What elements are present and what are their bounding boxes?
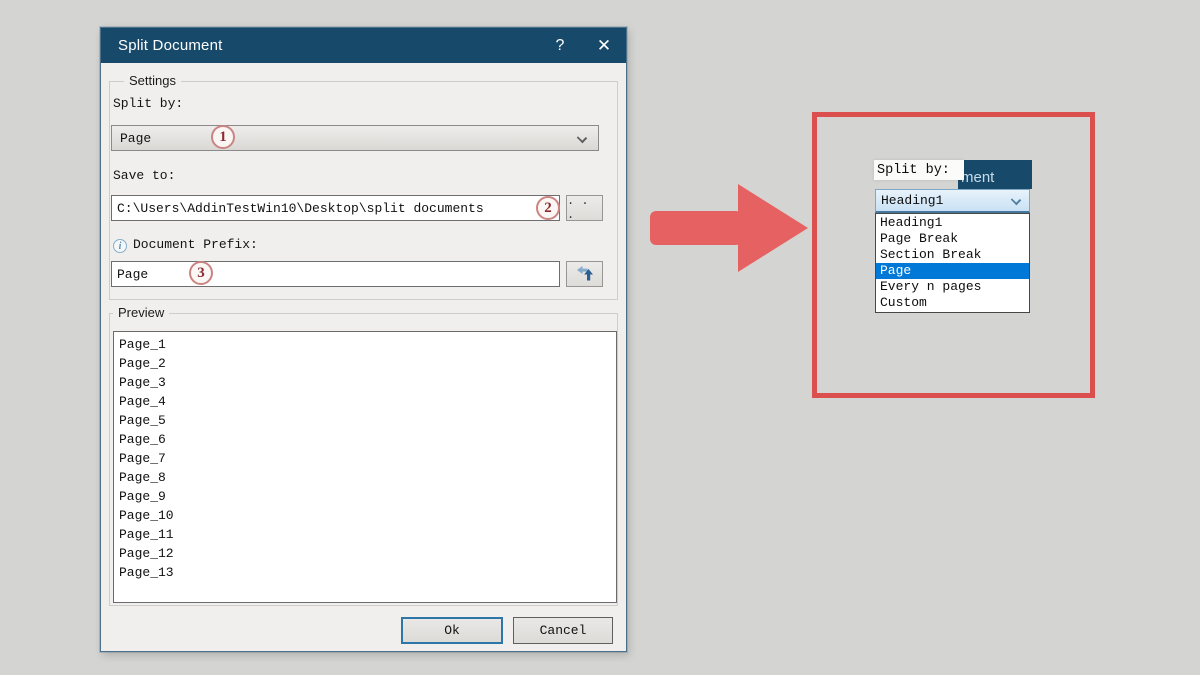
dialog-title: Split Document [118, 37, 538, 54]
list-item[interactable]: Page_2 [119, 354, 616, 373]
chevron-down-icon [1011, 195, 1021, 205]
split-by-label: Split by: [113, 96, 183, 111]
chevron-down-icon [577, 133, 587, 143]
list-item[interactable]: Page_8 [119, 468, 616, 487]
dropdown-option[interactable]: Heading1 [876, 215, 1029, 231]
preview-group-label: Preview [113, 305, 169, 320]
close-icon[interactable]: ✕ [582, 28, 626, 63]
settings-group-label: Settings [124, 73, 181, 88]
callout-split-by-label: Split by: [874, 160, 964, 180]
document-prefix-input[interactable]: Page [111, 261, 560, 287]
dropdown-option-selected[interactable]: Page [876, 263, 1029, 279]
dropdown-option[interactable]: Page Break [876, 231, 1029, 247]
document-prefix-label: Document Prefix: [133, 237, 258, 252]
refresh-arrows-icon [576, 265, 594, 283]
help-icon[interactable]: ? [538, 28, 582, 63]
list-item[interactable]: Page_3 [119, 373, 616, 392]
split-document-dialog: Split Document ? ✕ Settings Split by: Pa… [100, 27, 627, 652]
browse-button[interactable]: . . . [566, 195, 603, 221]
save-to-input[interactable]: C:\Users\AddinTestWin10\Desktop\split do… [111, 195, 560, 221]
save-to-label: Save to: [113, 168, 175, 183]
dropdown-option[interactable]: Section Break [876, 247, 1029, 263]
red-arrow-icon [648, 182, 810, 274]
callout-highlight-box: Split by: ment Heading1 Heading1 Page Br… [812, 112, 1095, 398]
title-bar: Split Document ? ✕ [101, 28, 626, 63]
list-item[interactable]: Page_4 [119, 392, 616, 411]
split-by-dropdown[interactable]: Page [111, 125, 599, 151]
cancel-button[interactable]: Cancel [513, 617, 613, 644]
list-item[interactable]: Page_13 [119, 563, 616, 582]
callout-dropdown-list: Heading1 Page Break Section Break Page E… [875, 213, 1030, 313]
list-item[interactable]: Page_6 [119, 430, 616, 449]
refresh-button[interactable] [566, 261, 603, 287]
annotation-step-2: 2 [536, 196, 560, 220]
callout-titlebar-fragment: ment [958, 160, 1032, 189]
ok-button[interactable]: Ok [401, 617, 503, 644]
dropdown-option[interactable]: Every n pages [876, 279, 1029, 295]
save-to-path: C:\Users\AddinTestWin10\Desktop\split do… [117, 201, 484, 216]
list-item[interactable]: Page_12 [119, 544, 616, 563]
list-item[interactable]: Page_9 [119, 487, 616, 506]
list-item[interactable]: Page_1 [119, 335, 616, 354]
list-item[interactable]: Page_5 [119, 411, 616, 430]
split-by-selected-value: Page [120, 131, 151, 146]
annotation-step-1: 1 [211, 125, 235, 149]
document-prefix-value: Page [117, 267, 148, 282]
list-item[interactable]: Page_10 [119, 506, 616, 525]
info-icon: i [113, 239, 127, 253]
list-item[interactable]: Page_7 [119, 449, 616, 468]
list-item[interactable]: Page_11 [119, 525, 616, 544]
preview-listbox[interactable]: Page_1 Page_2 Page_3 Page_4 Page_5 Page_… [113, 331, 617, 603]
annotation-step-3: 3 [189, 261, 213, 285]
dropdown-option[interactable]: Custom [876, 295, 1029, 311]
callout-split-by-dropdown[interactable]: Heading1 [875, 189, 1030, 213]
callout-dropdown-value: Heading1 [881, 193, 943, 208]
